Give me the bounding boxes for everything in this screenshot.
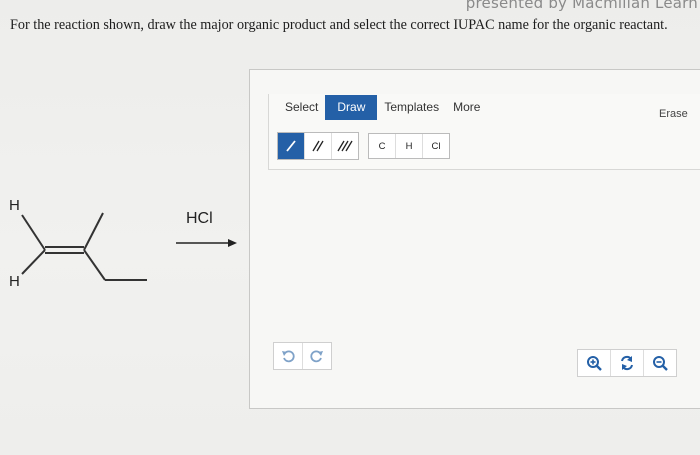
bond-h-bottom xyxy=(21,249,46,275)
zoom-toolbar xyxy=(577,349,677,377)
reaction-arrow xyxy=(176,239,237,247)
reagent-label: HCl xyxy=(186,210,213,227)
atom-c-button[interactable]: C xyxy=(369,134,396,158)
bond-h-top xyxy=(21,214,46,251)
atom-toolbar: C H Cl xyxy=(368,133,450,159)
editor-tabs: Select Draw Templates More xyxy=(278,95,487,120)
tab-templates[interactable]: Templates xyxy=(377,95,446,120)
tab-more[interactable]: More xyxy=(446,95,487,120)
atom-h-button[interactable]: H xyxy=(396,134,423,158)
reactant-structure: H H xyxy=(9,197,147,290)
history-toolbar xyxy=(273,342,332,370)
double-bond-icon[interactable] xyxy=(305,133,332,159)
bond-methyl-up xyxy=(83,212,104,251)
bond-toolbar xyxy=(277,132,359,160)
atom-cl-button[interactable]: Cl xyxy=(423,134,449,158)
single-bond-icon[interactable] xyxy=(278,133,305,159)
bond-chain-down xyxy=(83,249,106,281)
redo-icon[interactable] xyxy=(303,343,331,369)
reactant-h-bottom: H xyxy=(9,273,20,290)
erase-button[interactable]: Erase xyxy=(659,108,688,120)
zoom-out-icon[interactable] xyxy=(644,350,676,376)
undo-icon[interactable] xyxy=(274,343,303,369)
zoom-in-icon[interactable] xyxy=(578,350,611,376)
tab-select[interactable]: Select xyxy=(278,95,325,120)
triple-bond-icon[interactable] xyxy=(332,133,358,159)
brand-header: presented by Macmillan Learn xyxy=(465,0,698,12)
question-text: For the reaction shown, draw the major o… xyxy=(10,17,668,33)
tab-draw[interactable]: Draw xyxy=(325,95,378,120)
reset-zoom-icon[interactable] xyxy=(611,350,644,376)
reactant-h-top: H xyxy=(9,197,20,214)
